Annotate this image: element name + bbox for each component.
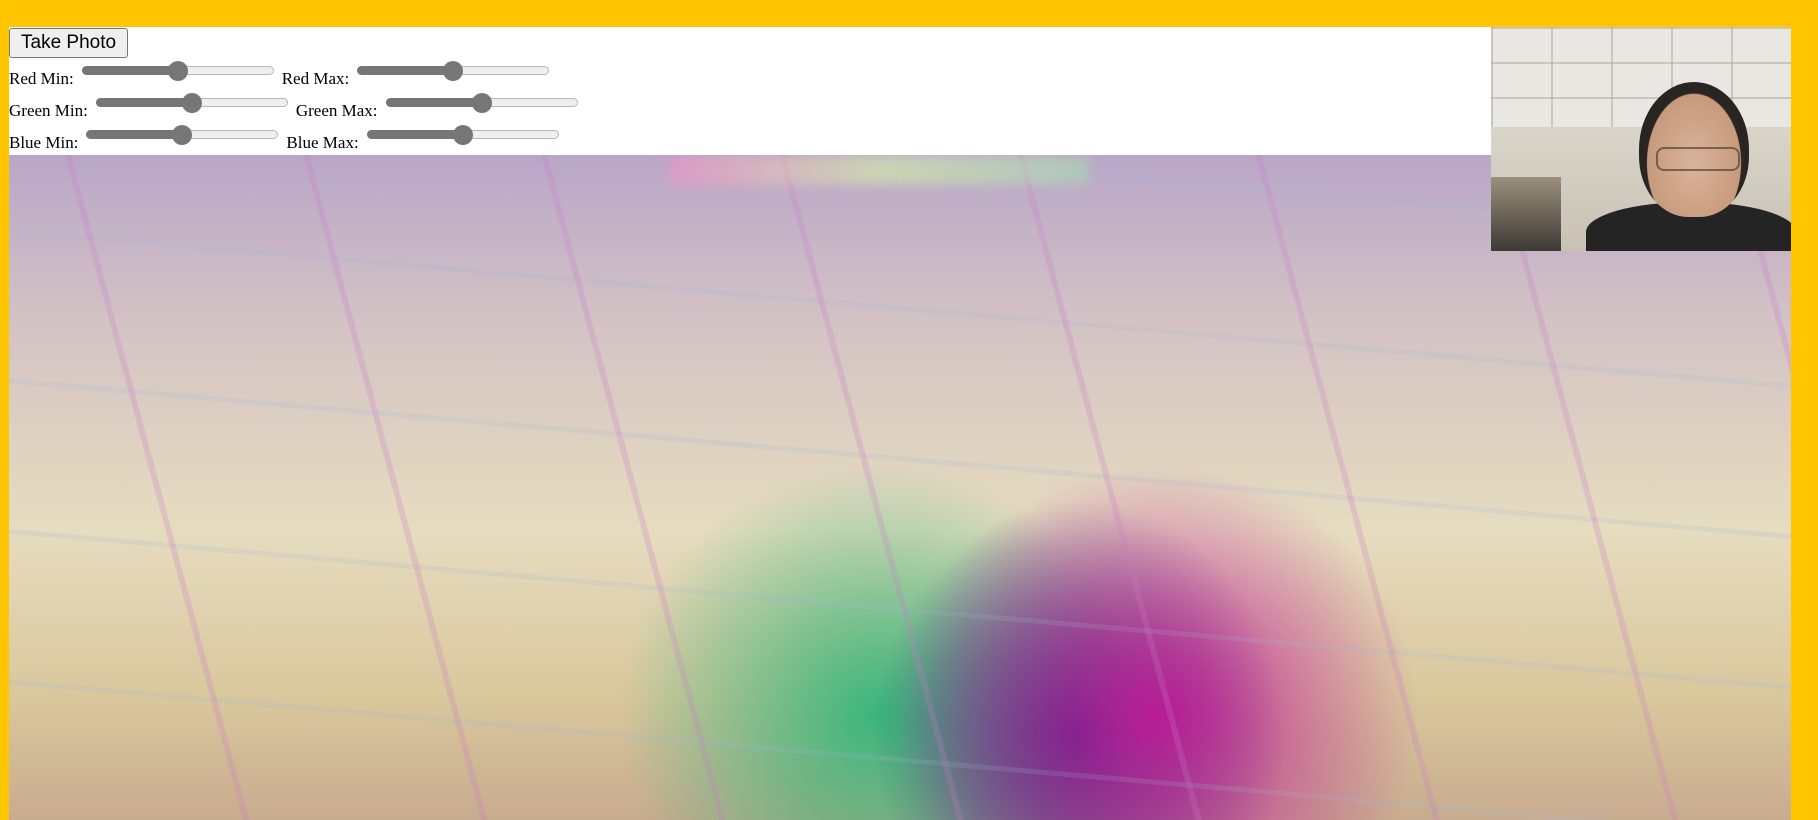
green-controls-row: Green Min: Green Max: bbox=[9, 88, 586, 120]
webcam-shelf bbox=[1491, 177, 1561, 251]
red-controls-row: Red Min: Red Max: bbox=[9, 56, 557, 88]
blue-min-label: Blue Min: bbox=[9, 132, 79, 152]
slider-fill bbox=[95, 98, 192, 107]
slider-thumb[interactable] bbox=[452, 125, 473, 145]
webcam-person-glasses bbox=[1656, 147, 1740, 171]
take-photo-button[interactable]: Take Photo bbox=[9, 28, 129, 58]
slider-thumb[interactable] bbox=[443, 61, 464, 81]
slider-fill bbox=[81, 66, 178, 75]
slider-fill bbox=[385, 98, 482, 107]
slider-thumb[interactable] bbox=[471, 93, 492, 113]
slider-thumb[interactable] bbox=[181, 93, 202, 113]
blue-max-label: Blue Max: bbox=[286, 132, 359, 152]
blue-controls-row: Blue Min: Blue Max: bbox=[9, 120, 567, 152]
webcam-preview bbox=[1491, 27, 1791, 251]
blue-min-slider[interactable] bbox=[86, 125, 279, 145]
green-min-slider[interactable] bbox=[95, 93, 288, 113]
slider-fill bbox=[366, 130, 463, 139]
filtered-camera-canvas bbox=[9, 155, 1791, 820]
webcam-ceiling bbox=[1491, 27, 1791, 127]
green-max-slider[interactable] bbox=[385, 93, 578, 113]
green-max-label: Green Max: bbox=[295, 100, 378, 120]
slider-fill bbox=[86, 130, 183, 139]
red-min-label: Red Min: bbox=[9, 68, 74, 88]
content-area: Take Photo Red Min: Red Max: Green Min: bbox=[9, 27, 1791, 820]
blue-max-slider[interactable] bbox=[366, 125, 559, 145]
red-max-slider[interactable] bbox=[357, 61, 550, 81]
app-page: Take Photo Red Min: Red Max: Green Min: bbox=[0, 0, 1818, 820]
green-min-label: Green Min: bbox=[9, 100, 88, 120]
slider-fill bbox=[357, 66, 454, 75]
red-max-label: Red Max: bbox=[281, 68, 350, 88]
red-min-slider[interactable] bbox=[81, 61, 274, 81]
slider-thumb[interactable] bbox=[167, 61, 188, 81]
slider-thumb[interactable] bbox=[172, 125, 193, 145]
